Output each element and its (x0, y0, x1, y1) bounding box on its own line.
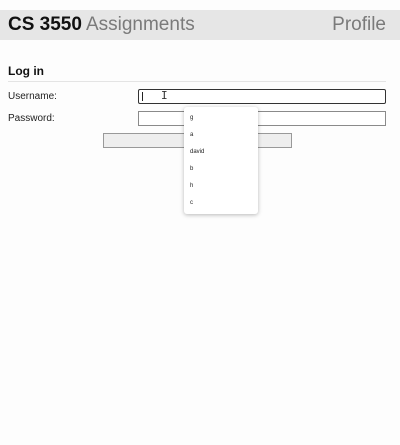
autocomplete-option[interactable]: g (184, 113, 258, 130)
username-autocomplete-dropdown: g a david b h c (184, 107, 258, 214)
course-name[interactable]: CS 3550 (8, 14, 82, 35)
text-caret (142, 92, 143, 101)
text-cursor-icon: I (161, 89, 168, 102)
autocomplete-option[interactable]: b (184, 164, 258, 181)
section-name[interactable]: Assignments (86, 14, 195, 35)
autocomplete-option[interactable]: david (184, 147, 258, 164)
login-heading: Log in (8, 64, 44, 78)
site-title[interactable]: CS 3550 Assignments (8, 13, 195, 37)
profile-link[interactable]: Profile (332, 13, 386, 37)
username-label: Username: (8, 91, 57, 102)
password-label: Password: (8, 113, 55, 124)
autocomplete-option[interactable]: h (184, 181, 258, 198)
heading-divider (8, 81, 386, 82)
autocomplete-option[interactable]: c (184, 198, 258, 215)
username-input[interactable] (138, 89, 386, 104)
top-nav-bar: CS 3550 Assignments Profile (0, 10, 400, 40)
password-input[interactable] (138, 111, 386, 126)
autocomplete-option[interactable]: a (184, 130, 258, 147)
